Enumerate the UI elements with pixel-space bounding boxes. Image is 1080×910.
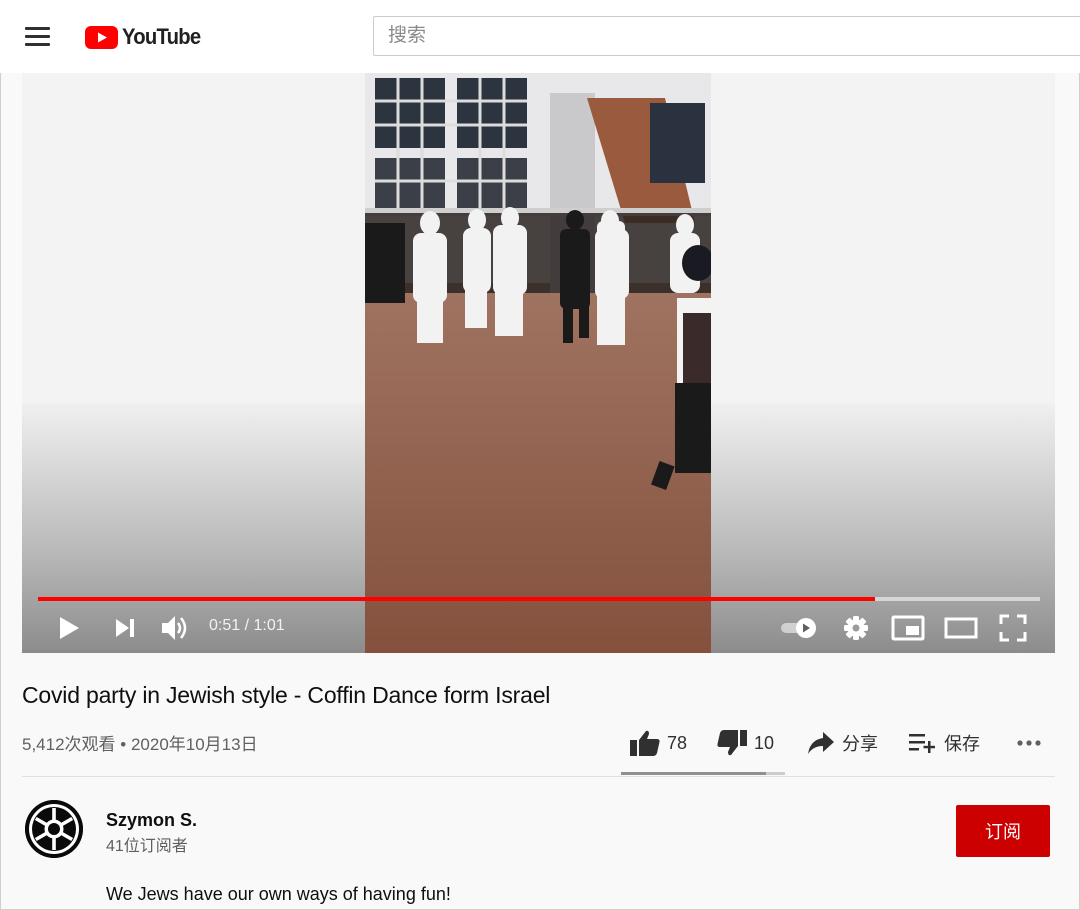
video-title: Covid party in Jewish style - Coffin Dan… [22, 682, 551, 708]
miniplayer-icon[interactable] [891, 615, 925, 641]
like-button[interactable]: 78 [629, 726, 687, 760]
time-display: 0:51 / 1:01 [209, 617, 285, 634]
like-ratio-bar [621, 772, 785, 775]
thumbs-down-icon [717, 730, 747, 756]
time-current: 0:51 [209, 617, 241, 634]
view-count: 5,412次观看 [22, 735, 116, 754]
subscriber-count: 41位订阅者 [106, 838, 188, 855]
video-scene [365, 73, 711, 653]
share-button[interactable]: 分享 [806, 726, 878, 760]
more-horizontal-icon [1017, 740, 1041, 746]
playlist-add-icon [909, 734, 935, 753]
channel-avatar[interactable] [25, 800, 83, 858]
brand-name: YouTube [122, 24, 201, 49]
settings-gear-icon[interactable] [843, 615, 869, 641]
thumbs-up-icon [630, 730, 660, 756]
subscribe-button[interactable]: 订阅 [956, 805, 1050, 857]
imperial-emblem-icon [25, 800, 83, 858]
like-ratio-fill [621, 772, 767, 775]
progress-bar[interactable] [38, 597, 1040, 601]
video-frame[interactable] [365, 73, 711, 653]
play-icon[interactable] [58, 616, 80, 640]
channel-name[interactable]: Szymon S. [106, 810, 197, 831]
time-total: 1:01 [253, 617, 285, 634]
dislike-count: 10 [754, 732, 775, 753]
save-button[interactable]: 保存 [908, 726, 980, 760]
upload-date: 2020年10月13日 [130, 735, 258, 754]
volume-icon[interactable] [160, 613, 190, 643]
divider [22, 776, 1055, 777]
masthead: YouTube [0, 0, 1080, 73]
autoplay-toggle-icon[interactable] [779, 616, 819, 640]
search-input[interactable] [373, 16, 1080, 56]
video-description: We Jews have our own ways of having fun! [106, 884, 451, 904]
next-icon[interactable] [114, 618, 136, 638]
dislike-button[interactable]: 10 [716, 726, 774, 760]
menu-icon[interactable] [25, 27, 51, 47]
youtube-play-icon [85, 25, 118, 49]
progress-played [38, 597, 875, 601]
fullscreen-icon[interactable] [999, 614, 1027, 642]
like-count: 78 [667, 732, 688, 753]
dislike-ratio-fill [766, 772, 785, 775]
youtube-logo[interactable]: YouTube [85, 22, 207, 52]
video-meta: 5,412次观看 • 2020年10月13日 [22, 735, 258, 754]
theater-mode-icon[interactable] [944, 617, 978, 639]
more-actions-button[interactable] [1016, 726, 1050, 760]
video-player[interactable]: 0:51 / 1:01 [22, 73, 1055, 653]
share-icon [808, 732, 834, 754]
